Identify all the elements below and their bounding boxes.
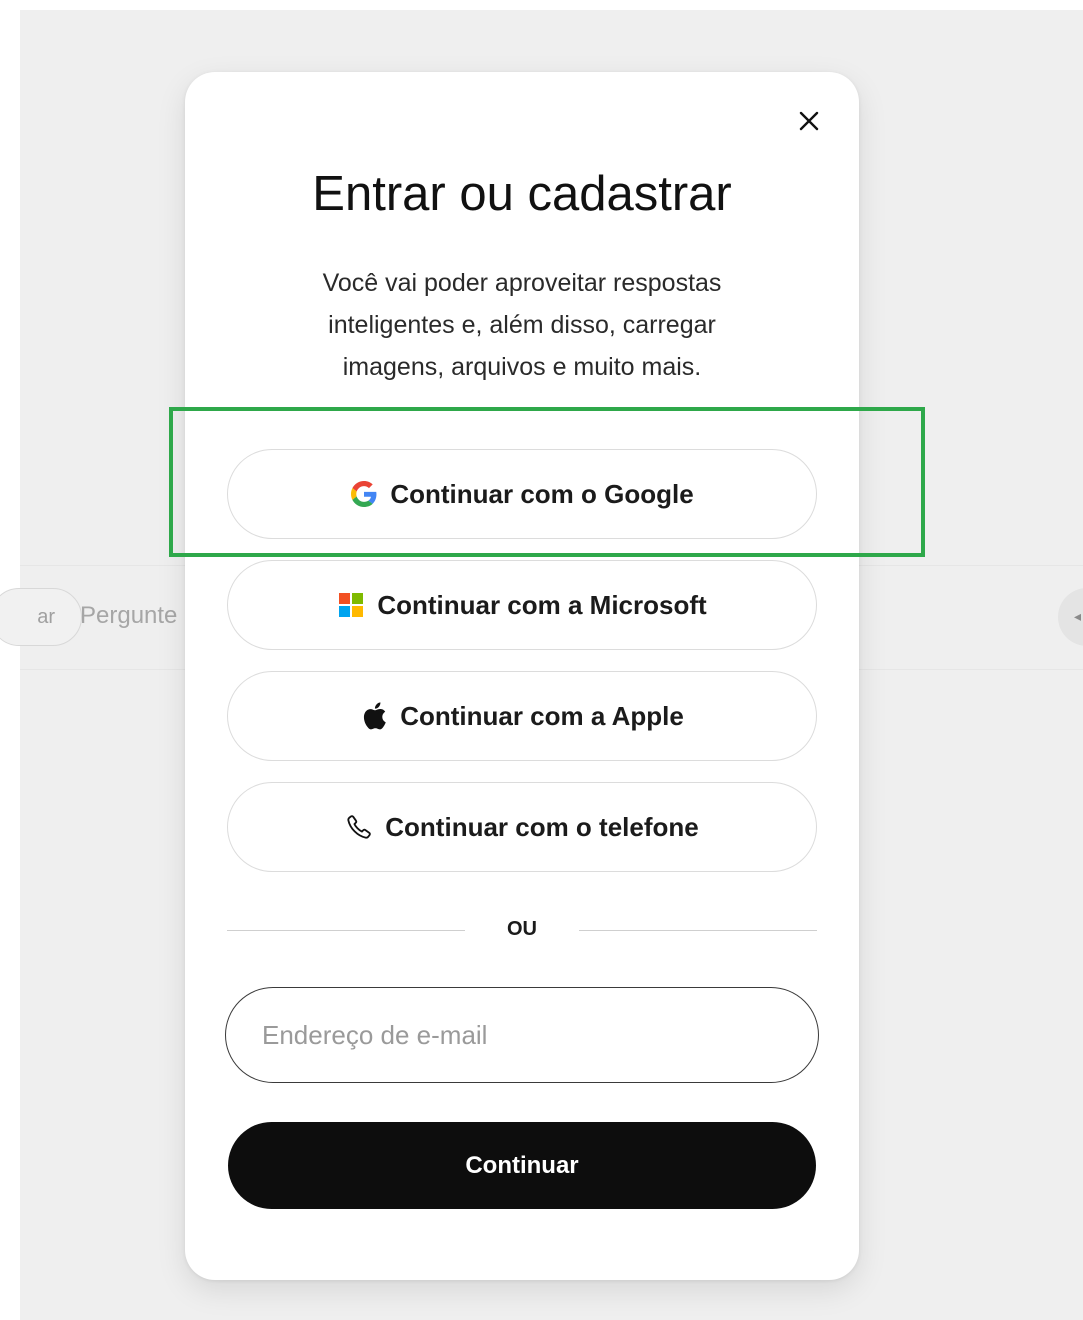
continue-with-google-button[interactable]: Continuar com o Google bbox=[227, 449, 817, 539]
divider-line-right bbox=[579, 930, 817, 931]
background-arrow-icon: ◂ bbox=[1074, 608, 1082, 624]
close-icon bbox=[799, 111, 819, 131]
background-pill-label: ar bbox=[37, 606, 55, 628]
google-button-label: Continuar com o Google bbox=[390, 478, 694, 509]
continue-with-phone-button[interactable]: Continuar com o telefone bbox=[227, 782, 817, 872]
or-divider: OU bbox=[227, 916, 817, 946]
background-round-button: ◂ bbox=[1058, 588, 1083, 646]
apple-button-label: Continuar com a Apple bbox=[400, 700, 684, 731]
background-pill-button: ar bbox=[0, 588, 82, 646]
background-search-placeholder: Pergunte bbox=[80, 602, 178, 629]
continue-button[interactable]: Continuar bbox=[228, 1122, 816, 1209]
microsoft-button-label: Continuar com a Microsoft bbox=[377, 589, 707, 620]
phone-icon bbox=[345, 813, 373, 841]
modal-subtitle: Você vai poder aproveitar respostas inte… bbox=[322, 269, 722, 381]
continue-with-microsoft-button[interactable]: Continuar com a Microsoft bbox=[227, 560, 817, 650]
login-modal: Entrar ou cadastrar Você vai poder aprov… bbox=[185, 72, 859, 1280]
phone-button-label: Continuar com o telefone bbox=[385, 811, 699, 842]
close-button[interactable] bbox=[791, 103, 827, 139]
microsoft-icon bbox=[337, 591, 365, 619]
continue-with-apple-button[interactable]: Continuar com a Apple bbox=[227, 671, 817, 761]
google-icon bbox=[350, 480, 378, 508]
email-field[interactable] bbox=[225, 987, 819, 1083]
apple-icon bbox=[360, 702, 388, 730]
modal-title: Entrar ou cadastrar bbox=[312, 167, 732, 221]
